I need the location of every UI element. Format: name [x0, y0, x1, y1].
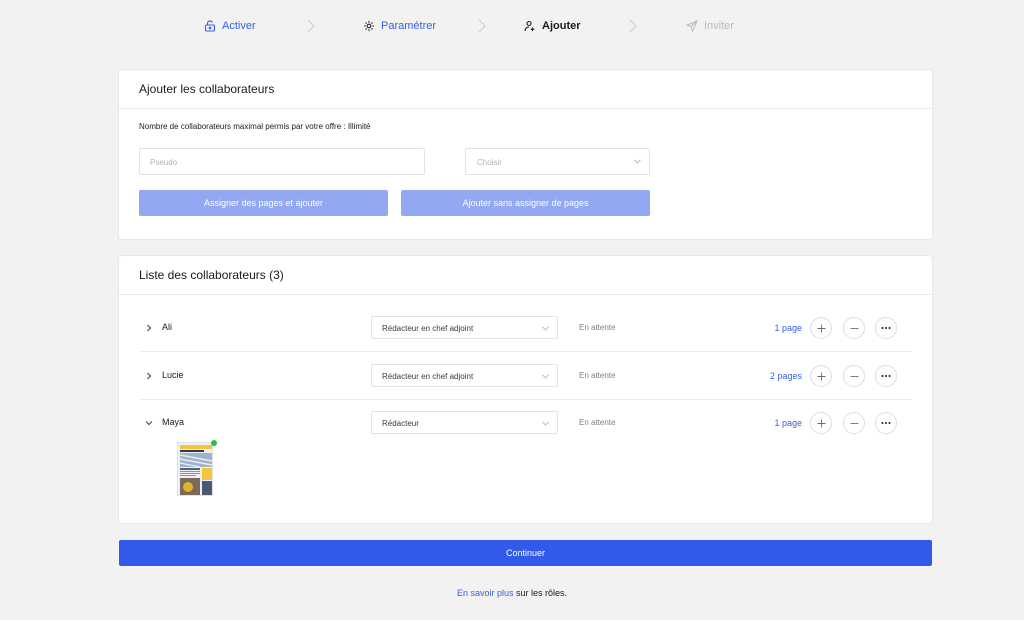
online-status-dot [211, 440, 217, 446]
step-parametrer[interactable]: Paramétrer [363, 18, 436, 34]
minus-icon [850, 375, 858, 377]
card-title: Liste des collaborateurs (3) [139, 268, 284, 282]
step-label: Activer [222, 20, 256, 32]
pages-link[interactable]: 1 page [774, 323, 802, 333]
collaborator-name: Maya [162, 417, 185, 427]
card-title: Ajouter les collaborateurs [139, 82, 275, 96]
page-thumbnail[interactable] [177, 442, 213, 496]
collaborator-row: Ali Rédacteur en chef adjoint En attente… [139, 305, 912, 352]
more-icon [881, 327, 891, 329]
collaborator-name: Ali [162, 322, 173, 332]
step-label: Ajouter [542, 20, 581, 32]
step-ajouter[interactable]: Ajouter [524, 18, 581, 34]
continue-button[interactable]: Continuer [119, 540, 932, 566]
role-value: Rédacteur en chef adjoint [382, 324, 474, 333]
learn-more-link[interactable]: En savoir plus [457, 588, 514, 598]
pseudo-placeholder: Pseudo [150, 158, 178, 167]
add-collaborators-card: Ajouter les collaborateurs Nombre de col… [119, 70, 932, 239]
role-select[interactable]: Rédacteur en chef adjoint [371, 316, 558, 339]
collaborator-row: Lucie Rédacteur en chef adjoint En atten… [139, 353, 912, 400]
divider [119, 294, 932, 295]
chevron-right-icon[interactable] [145, 372, 153, 380]
paper-plane-icon [686, 20, 698, 32]
pages-link[interactable]: 2 pages [770, 371, 802, 381]
step-label: Inviter [704, 20, 734, 32]
pseudo-input[interactable]: Pseudo [139, 148, 425, 175]
role-placeholder: Choisir [477, 158, 502, 167]
more-icon [881, 422, 891, 424]
add-page-button[interactable] [810, 412, 832, 434]
max-collaborators-info: Nombre de collaborateurs maximal permis … [139, 122, 371, 131]
status-text: En attente [579, 371, 616, 380]
more-options-button[interactable] [875, 317, 897, 339]
more-options-button[interactable] [875, 365, 897, 387]
chevron-right-icon [478, 19, 486, 33]
add-page-button[interactable] [810, 317, 832, 339]
divider [139, 351, 912, 352]
more-icon [881, 375, 891, 377]
stepper: Activer Paramétrer Ajouter Inviter [0, 0, 1024, 52]
role-select[interactable]: Rédacteur en chef adjoint [371, 364, 558, 387]
role-select[interactable]: Rédacteur [371, 411, 558, 434]
status-text: En attente [579, 418, 616, 427]
chevron-down-icon [542, 374, 549, 379]
step-label: Paramétrer [381, 20, 437, 32]
step-inviter: Inviter [686, 18, 734, 34]
chevron-right-icon [629, 19, 637, 33]
step-activer[interactable]: Activer [204, 18, 256, 34]
chevron-down-icon[interactable] [145, 419, 153, 427]
footer-text: sur les rôles. [513, 588, 568, 598]
pages-link[interactable]: 1 page [774, 418, 802, 428]
collaborators-list-card: Liste des collaborateurs (3) Ali Rédacte… [119, 256, 932, 523]
role-select[interactable]: Choisir [465, 148, 650, 175]
add-without-pages-button[interactable]: Ajouter sans assigner de pages [401, 190, 650, 216]
plus-icon [817, 419, 825, 427]
chevron-down-icon [634, 159, 641, 164]
footer-roles-info: En savoir plus sur les rôles. [0, 588, 1024, 598]
remove-page-button[interactable] [843, 365, 865, 387]
plus-icon [817, 324, 825, 332]
chevron-down-icon [542, 326, 549, 331]
assign-pages-and-add-button[interactable]: Assigner des pages et ajouter [139, 190, 388, 216]
role-value: Rédacteur en chef adjoint [382, 372, 474, 381]
plus-icon [817, 372, 825, 380]
gear-icon [364, 21, 374, 31]
minus-icon [850, 327, 858, 329]
collaborator-row: Maya Rédacteur En attente 1 page [139, 400, 912, 447]
remove-page-button[interactable] [843, 412, 865, 434]
chevron-right-icon [307, 19, 315, 33]
collaborator-name: Lucie [162, 370, 184, 380]
more-options-button[interactable] [875, 412, 897, 434]
lock-open-icon [204, 20, 216, 32]
minus-icon [850, 422, 858, 424]
chevron-down-icon [542, 421, 549, 426]
page-preview-image [178, 443, 212, 495]
remove-page-button[interactable] [843, 317, 865, 339]
chevron-right-icon[interactable] [145, 324, 153, 332]
status-text: En attente [579, 323, 616, 332]
add-user-icon [524, 20, 535, 32]
add-page-button[interactable] [810, 365, 832, 387]
role-value: Rédacteur [382, 419, 419, 428]
divider [119, 108, 932, 109]
